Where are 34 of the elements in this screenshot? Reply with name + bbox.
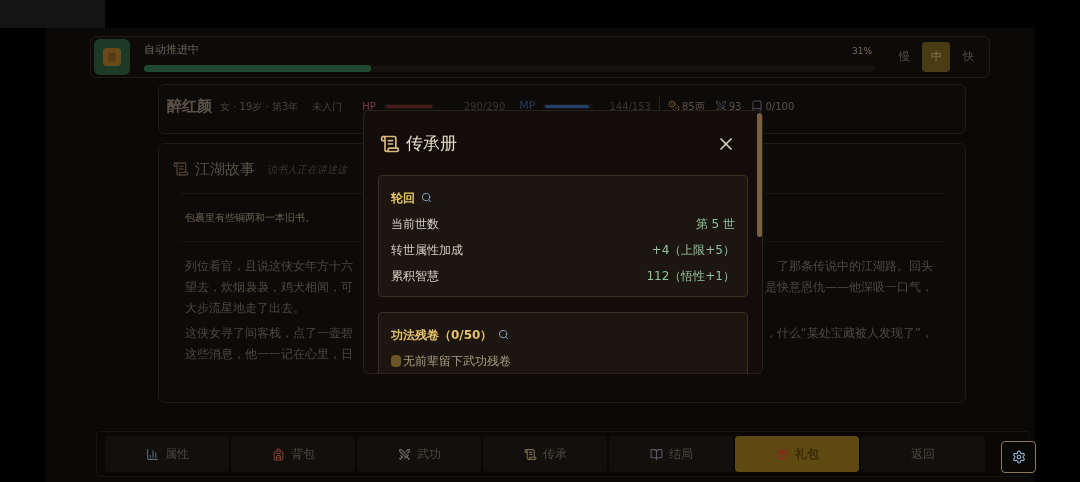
speed-button[interactable]: 慢 (890, 42, 918, 72)
row-label: 转世属性加成 (391, 241, 463, 259)
row-label: 累积智慧 (391, 267, 439, 285)
empty-text: 无前辈留下武功残卷 (403, 352, 511, 370)
section-title: 功法残卷（0/50） (391, 326, 493, 344)
settings-button[interactable] (1001, 441, 1036, 473)
scroll-fragment-icon (391, 354, 401, 367)
row-value: 第 5 世 (695, 215, 735, 233)
row-value: 112（悟性+1） (646, 267, 735, 285)
progress-percent: 31% (852, 45, 872, 59)
search-icon[interactable] (421, 192, 432, 203)
character-name: 醉红颜 (167, 95, 212, 117)
scroll-icon (380, 133, 400, 154)
scroll-icon (173, 161, 189, 178)
settings-icon (1011, 450, 1026, 464)
hp-label: HP (362, 99, 376, 114)
backpack-icon (271, 447, 285, 461)
modal-title: 传承册 (406, 132, 457, 155)
bar-chart-icon (145, 447, 159, 461)
pause-icon (103, 48, 121, 66)
row-label: 当前世数 (391, 215, 439, 233)
speed-button[interactable]: 快 (954, 42, 982, 72)
section-title: 轮回 (391, 189, 415, 207)
story-title: 江湖故事 (195, 159, 255, 180)
attack-value: 93 (728, 99, 742, 114)
gift-icon (775, 447, 789, 461)
search-icon[interactable] (498, 329, 510, 340)
scroll-icon (523, 447, 537, 461)
row-value: +4（上限+5） (651, 241, 735, 259)
crossed-swords-icon (714, 100, 727, 112)
crossed-swords-icon (397, 447, 411, 461)
books-count: 0/100 (765, 99, 795, 114)
mp-label: MP (519, 97, 536, 114)
auto-label: 自动推进中 (144, 42, 199, 59)
